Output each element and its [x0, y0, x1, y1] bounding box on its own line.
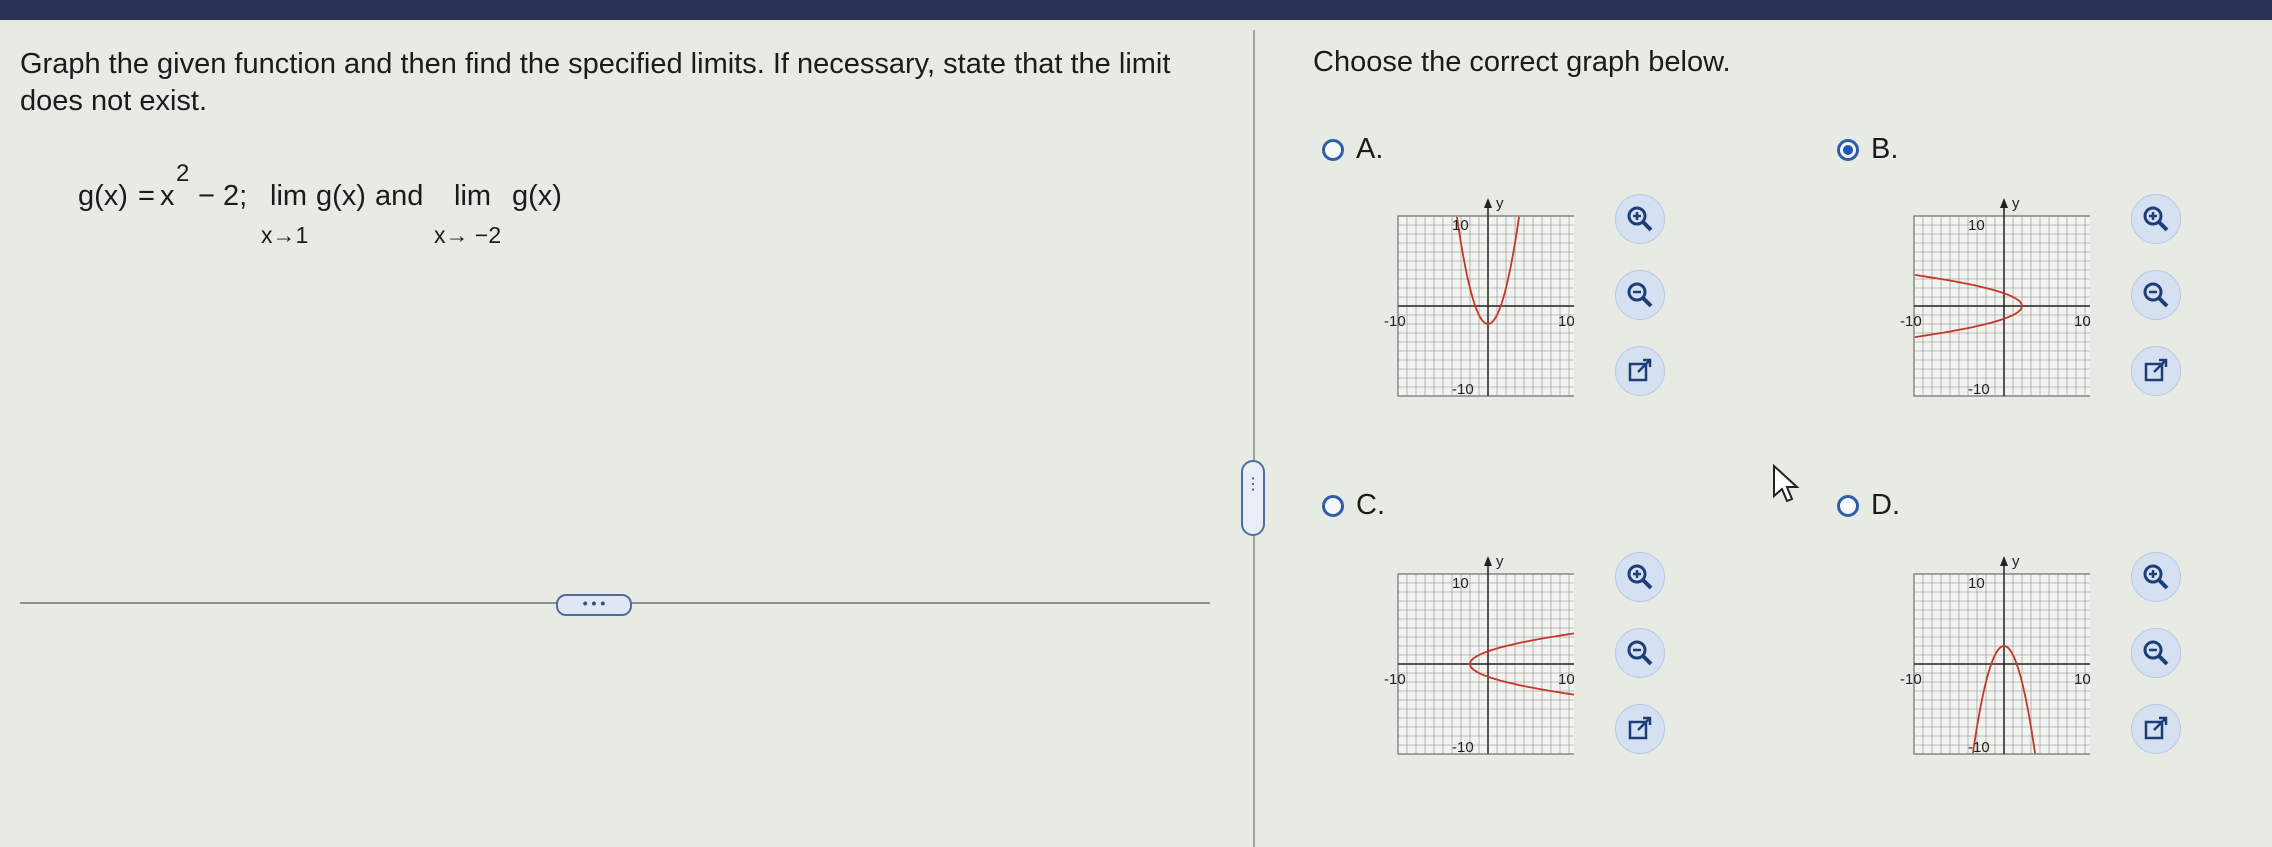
zoom-in-icon: [2143, 206, 2169, 232]
option-b[interactable]: B.: [1837, 133, 1898, 166]
x-max-label: 10: [2074, 671, 2090, 688]
function-base: x: [160, 180, 175, 212]
x-min-label: -10: [1900, 671, 1922, 688]
option-a-zoom-in-button[interactable]: [1615, 194, 1665, 244]
option-a[interactable]: A.: [1322, 133, 1383, 166]
option-b-label: B.: [1871, 133, 1899, 165]
limit-2-expression: g(x): [512, 180, 562, 212]
option-a-graph: yx10-1010-10: [1374, 182, 1574, 412]
option-c-label: C.: [1356, 489, 1385, 521]
y-min-label: -10: [1968, 381, 1990, 398]
graph-canvas: yx10-1010-10: [1384, 195, 1574, 398]
limit-1-subscript: x→1: [261, 222, 309, 248]
limit-1-word: lim: [270, 180, 308, 212]
question-text: Graph the given function and then find t…: [20, 48, 1171, 117]
x-min-label: -10: [1384, 313, 1406, 330]
limit-1-expression: g(x): [316, 180, 366, 212]
option-c-popout-button[interactable]: [1615, 704, 1665, 754]
answer-prompt: Choose the correct graph below.: [1313, 46, 1731, 78]
option-a-zoom-out-button[interactable]: [1615, 270, 1665, 320]
function-exponent: 2: [176, 160, 190, 187]
zoom-out-icon: [1627, 640, 1653, 666]
option-d-graph: yx10-1010-10: [1890, 540, 2090, 770]
y-min-label: -10: [1968, 739, 1990, 756]
option-d-popout-button[interactable]: [2131, 704, 2181, 754]
more-button[interactable]: • • •: [556, 594, 632, 616]
option-b-radio[interactable]: [1837, 138, 1859, 161]
option-c-zoom-in-button[interactable]: [1615, 552, 1665, 602]
limit-2-word: lim: [454, 180, 492, 212]
option-a-popout-button[interactable]: [1615, 346, 1665, 396]
option-c[interactable]: C.: [1322, 489, 1385, 522]
option-d-zoom-out-button[interactable]: [2131, 628, 2181, 678]
option-a-label: A.: [1356, 133, 1384, 165]
y-min-label: -10: [1452, 739, 1474, 756]
question-pane: Graph the given function and then find t…: [0, 20, 1253, 847]
option-d[interactable]: D.: [1837, 489, 1900, 522]
option-c-graph: yx10-1010-10: [1374, 540, 1574, 770]
y-max-label: 10: [1452, 217, 1469, 234]
option-b-popout-button[interactable]: [2131, 346, 2181, 396]
zoom-in-icon: [1627, 564, 1653, 590]
option-d-label: D.: [1871, 489, 1900, 521]
option-d-zoom-in-button[interactable]: [2131, 552, 2181, 602]
y-max-label: 10: [1968, 217, 1985, 234]
mouse-cursor-icon: [1773, 464, 1800, 503]
x-max-label: 10: [1558, 313, 1574, 330]
option-b-graph: yx10-1010-10: [1890, 182, 2090, 412]
function-rest: − 2;: [198, 180, 248, 212]
option-c-zoom-out-button[interactable]: [1615, 628, 1665, 678]
equals-sign: =: [138, 180, 155, 212]
zoom-in-icon: [1627, 206, 1653, 232]
zoom-out-icon: [1627, 282, 1653, 308]
and-word: and: [375, 180, 424, 212]
zoom-in-icon: [2143, 564, 2169, 590]
popout-icon: [2144, 716, 2168, 740]
x-min-label: -10: [1900, 313, 1922, 330]
y-axis-label: y: [1496, 195, 1504, 212]
y-min-label: -10: [1452, 381, 1474, 398]
function-formula: g(x) = x 2 − 2; lim g(x) x→1 and lim g(x…: [78, 160, 678, 250]
graph-canvas: yx10-1010-10: [1900, 195, 2090, 398]
option-d-radio[interactable]: [1837, 494, 1859, 517]
x-max-label: 10: [2074, 313, 2090, 330]
function-lhs: g(x): [78, 180, 128, 212]
zoom-out-icon: [2143, 282, 2169, 308]
answer-pane: Choose the correct graph below. A. yx10-…: [1256, 20, 2272, 847]
y-axis-label: y: [2012, 195, 2020, 212]
popout-icon: [1628, 358, 1652, 382]
x-min-label: -10: [1384, 671, 1406, 688]
y-max-label: 10: [1452, 575, 1469, 592]
pane-divider: [1253, 30, 1255, 847]
graph-canvas: yx10-1010-10: [1384, 553, 1574, 756]
graph-canvas: yx10-1010-10: [1900, 553, 2090, 756]
popout-icon: [2144, 358, 2168, 382]
option-b-zoom-in-button[interactable]: [2131, 194, 2181, 244]
limit-2-subscript: x→ −2: [434, 222, 502, 248]
option-a-radio[interactable]: [1322, 138, 1344, 161]
y-max-label: 10: [1968, 575, 1985, 592]
option-c-radio[interactable]: [1322, 494, 1344, 517]
option-b-zoom-out-button[interactable]: [2131, 270, 2181, 320]
top-bar: [0, 0, 2272, 20]
y-axis-label: y: [1496, 553, 1504, 570]
popout-icon: [1628, 716, 1652, 740]
x-max-label: 10: [1558, 671, 1574, 688]
y-axis-label: y: [2012, 553, 2020, 570]
zoom-out-icon: [2143, 640, 2169, 666]
